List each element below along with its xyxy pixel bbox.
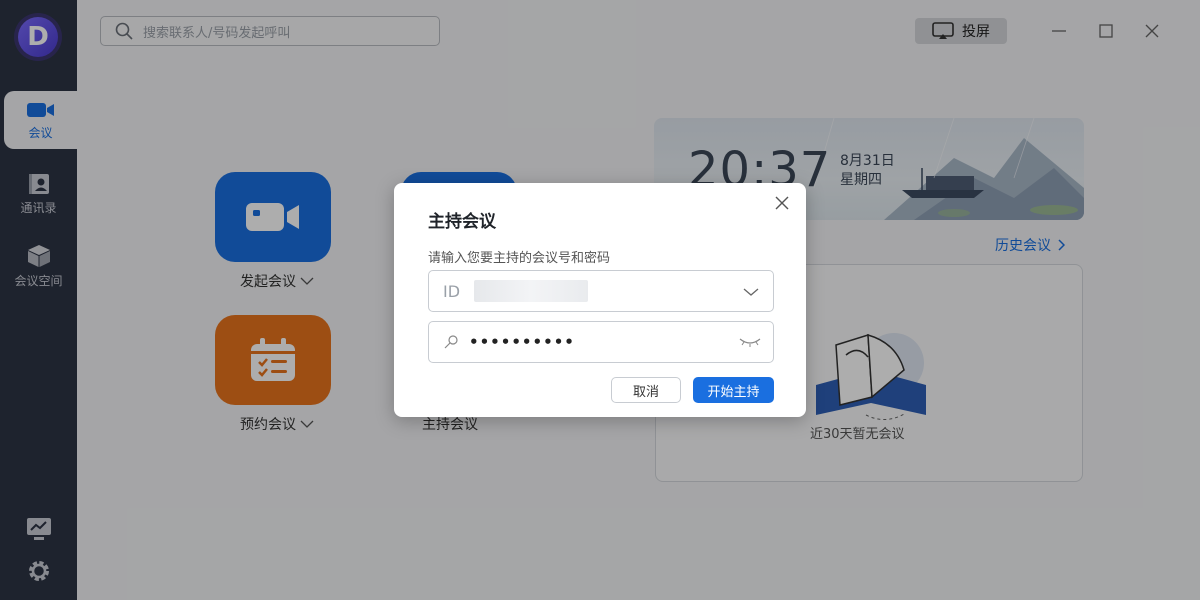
- cancel-button[interactable]: 取消: [611, 377, 681, 403]
- dialog-title: 主持会议: [428, 212, 496, 232]
- redacted-id-value: [474, 280, 589, 302]
- password-value: ••••••••••: [469, 333, 575, 351]
- password-field[interactable]: ••••••••••: [428, 321, 774, 363]
- eye-closed-icon[interactable]: [739, 336, 761, 348]
- dialog-prompt: 请输入您要主持的会议号和密码: [428, 251, 611, 266]
- key-icon: [444, 335, 458, 349]
- start-hosting-button[interactable]: 开始主持: [693, 377, 774, 403]
- id-label: ID: [443, 281, 461, 301]
- dialog-close-button[interactable]: [772, 193, 792, 213]
- chevron-down-icon[interactable]: [743, 287, 759, 297]
- host-meeting-dialog: 主持会议 请输入您要主持的会议号和密码 ID •••••••••• 取消 开始主…: [394, 183, 806, 417]
- meeting-id-field[interactable]: ID: [428, 270, 774, 312]
- close-icon: [775, 196, 789, 210]
